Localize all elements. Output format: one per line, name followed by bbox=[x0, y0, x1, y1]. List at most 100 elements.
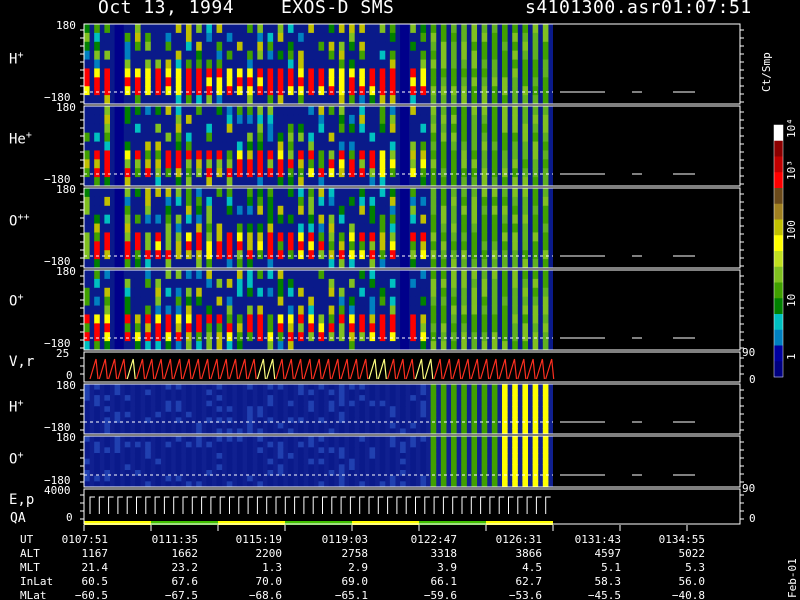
heatmap-cell bbox=[491, 141, 498, 151]
heatmap-cell bbox=[287, 250, 294, 260]
heatmap-cell bbox=[134, 132, 141, 143]
heatmap-cell bbox=[359, 389, 365, 396]
heatmap-cell bbox=[134, 384, 141, 391]
heatmap-cell bbox=[379, 400, 386, 407]
heatmap-cell bbox=[84, 270, 90, 280]
heatmap-cell bbox=[175, 196, 182, 207]
heatmap-cell bbox=[420, 447, 427, 454]
heatmap-cell bbox=[145, 395, 151, 402]
heatmap-cell bbox=[226, 223, 233, 233]
heatmap-cell bbox=[104, 132, 110, 143]
heatmap-cell bbox=[196, 250, 202, 260]
heatmap-cell bbox=[124, 447, 131, 454]
heatmap-cell bbox=[308, 59, 314, 69]
heatmap-cell bbox=[226, 95, 233, 105]
heatmap-cell bbox=[206, 436, 212, 443]
heatmap-cell bbox=[155, 241, 161, 251]
heatmap-cell bbox=[532, 77, 539, 87]
heatmap-cell bbox=[226, 453, 233, 460]
heatmap-cell bbox=[104, 95, 110, 105]
heatmap-cell bbox=[420, 453, 427, 460]
heatmap-cell bbox=[451, 296, 457, 307]
heatmap-cell bbox=[277, 259, 284, 269]
heatmap-cell bbox=[369, 241, 376, 251]
heatmap-cell bbox=[226, 341, 233, 351]
heatmap-cell bbox=[124, 123, 131, 134]
heatmap-cell bbox=[532, 475, 539, 482]
ephemeris-cell: 58.3 bbox=[594, 575, 622, 588]
heatmap-cell bbox=[308, 223, 314, 233]
heatmap-cell bbox=[471, 132, 478, 143]
heatmap-cell bbox=[308, 41, 314, 52]
heatmap-cell bbox=[216, 406, 223, 413]
heatmap-cell bbox=[257, 287, 263, 298]
heatmap-cell bbox=[145, 323, 151, 333]
heatmap-cell bbox=[226, 314, 233, 324]
heatmap-cell bbox=[175, 24, 182, 34]
heatmap-cell bbox=[318, 41, 325, 52]
heatmap-cell bbox=[359, 323, 365, 333]
heatmap-cell bbox=[522, 406, 529, 413]
heatmap-cell bbox=[410, 159, 416, 169]
heatmap-cell bbox=[298, 453, 304, 460]
heatmap-cell bbox=[379, 406, 386, 413]
heatmap-cell bbox=[461, 77, 467, 87]
heatmap-cell bbox=[277, 389, 284, 396]
heatmap-cell bbox=[277, 441, 284, 448]
heatmap-cell bbox=[389, 114, 396, 125]
heatmap-cell bbox=[349, 177, 355, 187]
heatmap-cell bbox=[287, 314, 294, 324]
heatmap-cell bbox=[114, 406, 121, 413]
heatmap-cell bbox=[165, 177, 172, 187]
heatmap-cell bbox=[461, 59, 467, 69]
heatmap-cell bbox=[389, 86, 396, 96]
heatmap-cell bbox=[206, 384, 212, 391]
heatmap-cell bbox=[124, 132, 131, 143]
heatmap-cell bbox=[451, 389, 457, 396]
ephemeris-cell: 70.0 bbox=[255, 575, 283, 588]
heatmap-cell bbox=[389, 422, 396, 429]
heatmap-cell bbox=[491, 32, 498, 43]
heatmap-cell bbox=[134, 223, 141, 233]
heatmap-cell bbox=[359, 106, 365, 116]
heatmap-cell bbox=[318, 411, 325, 418]
heatmap-cell bbox=[481, 259, 488, 269]
heatmap-cell bbox=[349, 475, 355, 482]
heatmap-cell bbox=[359, 86, 365, 96]
heatmap-cell bbox=[430, 77, 437, 87]
heatmap-cell bbox=[298, 86, 304, 96]
heatmap-cell bbox=[440, 24, 447, 34]
heatmap-cell bbox=[124, 114, 131, 125]
heatmap-cell bbox=[379, 168, 386, 178]
heatmap-cell bbox=[512, 196, 518, 207]
heatmap-cell bbox=[196, 475, 202, 482]
heatmap-cell bbox=[247, 177, 253, 187]
heatmap-cell bbox=[328, 259, 335, 269]
heatmap-cell bbox=[451, 168, 457, 178]
heatmap-cell bbox=[491, 270, 498, 280]
heatmap-cell bbox=[145, 150, 151, 160]
heatmap-cell bbox=[542, 296, 549, 307]
heatmap-cell bbox=[94, 106, 100, 116]
ephemeris-cell: 0115:19 bbox=[235, 533, 282, 546]
heatmap-cell bbox=[94, 241, 100, 251]
heatmap-cell bbox=[318, 296, 325, 307]
heatmap-cell bbox=[134, 141, 141, 151]
heatmap-cell bbox=[145, 447, 151, 454]
qa-label: QA bbox=[10, 511, 26, 526]
heatmap-cell bbox=[196, 177, 202, 187]
heatmap-cell bbox=[196, 422, 202, 429]
heatmap-cell bbox=[226, 188, 233, 198]
heatmap-cell bbox=[226, 114, 233, 125]
heatmap-cell bbox=[451, 464, 457, 471]
heatmap-cell bbox=[451, 384, 457, 391]
heatmap-cell bbox=[379, 305, 386, 315]
heatmap-cell bbox=[216, 259, 223, 269]
heatmap-cell bbox=[430, 141, 437, 151]
heatmap-cell bbox=[145, 106, 151, 116]
heatmap-cell bbox=[379, 384, 386, 391]
heatmap-cell bbox=[338, 406, 345, 413]
heatmap-cell bbox=[196, 447, 202, 454]
heatmap-cell bbox=[420, 123, 427, 134]
heatmap-cell bbox=[461, 341, 467, 351]
